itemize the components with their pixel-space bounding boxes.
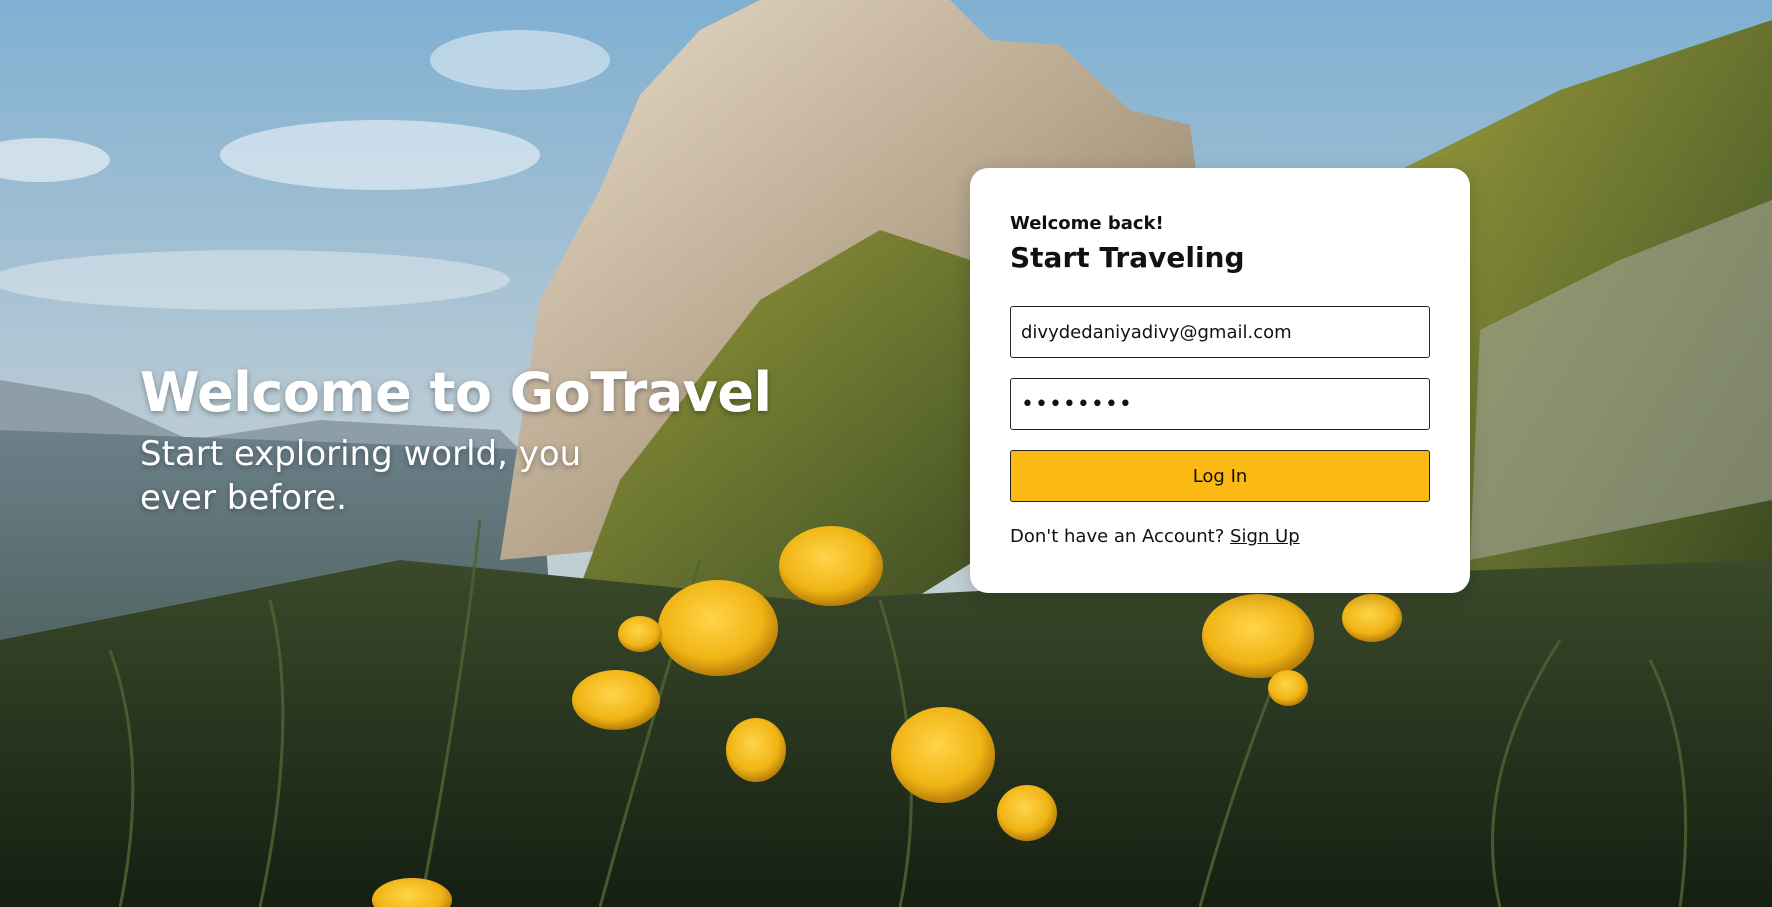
signup-row: Don't have an Account? Sign Up bbox=[1010, 526, 1430, 547]
hero-section: Welcome to GoTravel Start exploring worl… bbox=[140, 360, 772, 520]
hero-subtitle: Start exploring world, you ever before. bbox=[140, 434, 582, 518]
login-card: Welcome back! Start Traveling Log In Don… bbox=[970, 168, 1470, 593]
welcome-text: Welcome back! bbox=[1010, 213, 1164, 234]
signup-link[interactable]: Sign Up bbox=[1230, 526, 1300, 547]
signup-prompt: Don't have an Account? bbox=[1010, 526, 1225, 547]
hero-title: Welcome to GoTravel bbox=[140, 361, 772, 424]
password-field[interactable] bbox=[1010, 378, 1430, 430]
email-field[interactable] bbox=[1010, 306, 1430, 358]
login-button[interactable]: Log In bbox=[1010, 450, 1430, 502]
login-page: Welcome to GoTravel Start exploring worl… bbox=[0, 0, 1772, 907]
card-title: Start Traveling bbox=[1010, 241, 1245, 274]
